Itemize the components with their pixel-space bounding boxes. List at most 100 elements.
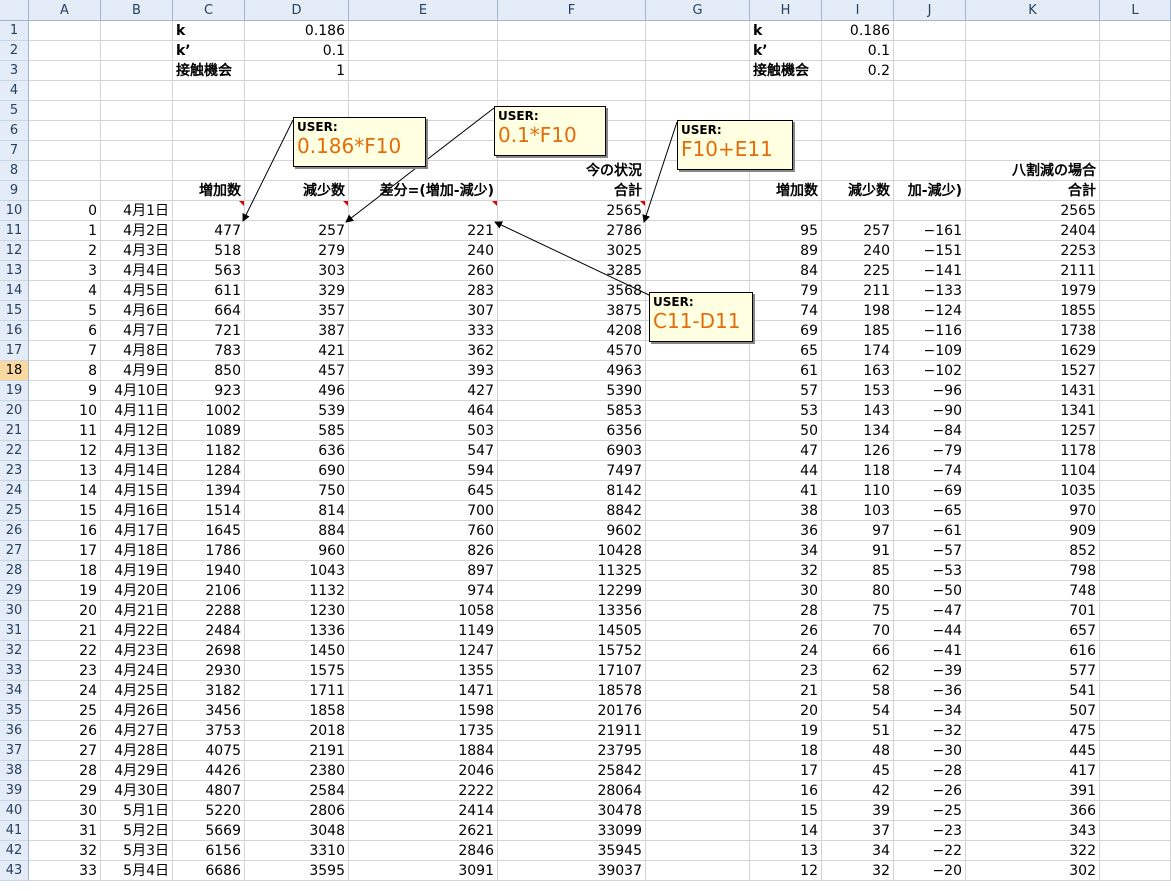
cell-j21[interactable]: −84: [894, 421, 966, 441]
cell-a11[interactable]: 1: [29, 221, 101, 241]
cell-d30[interactable]: 1230: [245, 601, 349, 621]
cell-e38[interactable]: 2046: [349, 761, 498, 781]
cell-i32[interactable]: 66: [822, 641, 894, 661]
cell-f14[interactable]: 3568: [498, 281, 646, 301]
cell-h3[interactable]: 接触機会: [750, 61, 822, 81]
cell-f20[interactable]: 5853: [498, 401, 646, 421]
cell-f18[interactable]: 4963: [498, 361, 646, 381]
column-header-l[interactable]: L: [1100, 0, 1171, 21]
cell-j41[interactable]: −23: [894, 821, 966, 841]
cell-b28[interactable]: 4月19日: [101, 561, 173, 581]
cell-b17[interactable]: 4月8日: [101, 341, 173, 361]
cell-b39[interactable]: 4月30日: [101, 781, 173, 801]
cell-b20[interactable]: 4月11日: [101, 401, 173, 421]
cell-a25[interactable]: 15: [29, 501, 101, 521]
cell-a42[interactable]: 32: [29, 841, 101, 861]
cell-b26[interactable]: 4月17日: [101, 521, 173, 541]
cell-c12[interactable]: 518: [173, 241, 245, 261]
row-header-37[interactable]: 37: [0, 741, 29, 761]
cell-c37[interactable]: 4075: [173, 741, 245, 761]
cell-c41[interactable]: 5669: [173, 821, 245, 841]
cell-b32[interactable]: 4月23日: [101, 641, 173, 661]
cell-e32[interactable]: 1247: [349, 641, 498, 661]
cell-f21[interactable]: 6356: [498, 421, 646, 441]
cell-a31[interactable]: 21: [29, 621, 101, 641]
cell-j27[interactable]: −57: [894, 541, 966, 561]
cell-h32[interactable]: 24: [750, 641, 822, 661]
cell-i26[interactable]: 97: [822, 521, 894, 541]
cell-d29[interactable]: 1132: [245, 581, 349, 601]
cell-k23[interactable]: 1104: [966, 461, 1100, 481]
cell-c20[interactable]: 1002: [173, 401, 245, 421]
cell-e12[interactable]: 240: [349, 241, 498, 261]
cell-a34[interactable]: 24: [29, 681, 101, 701]
cell-c16[interactable]: 721: [173, 321, 245, 341]
cell-a23[interactable]: 13: [29, 461, 101, 481]
row-header-40[interactable]: 40: [0, 801, 29, 821]
row-header-8[interactable]: 8: [0, 161, 29, 181]
cell-i30[interactable]: 75: [822, 601, 894, 621]
select-all-corner[interactable]: [0, 0, 29, 21]
cell-h11[interactable]: 95: [750, 221, 822, 241]
cell-d24[interactable]: 750: [245, 481, 349, 501]
cell-d18[interactable]: 457: [245, 361, 349, 381]
column-header-e[interactable]: E: [349, 0, 498, 21]
cell-f9[interactable]: 合計: [498, 181, 646, 201]
cell-c2[interactable]: k’: [173, 41, 245, 61]
row-header-31[interactable]: 31: [0, 621, 29, 641]
cell-j11[interactable]: −161: [894, 221, 966, 241]
cell-i43[interactable]: 32: [822, 861, 894, 881]
cell-a15[interactable]: 5: [29, 301, 101, 321]
cell-i3[interactable]: 0.2: [822, 61, 894, 81]
row-header-11[interactable]: 11: [0, 221, 29, 241]
cell-h43[interactable]: 12: [750, 861, 822, 881]
cell-d21[interactable]: 585: [245, 421, 349, 441]
cell-d36[interactable]: 2018: [245, 721, 349, 741]
cell-i42[interactable]: 34: [822, 841, 894, 861]
cell-d23[interactable]: 690: [245, 461, 349, 481]
cell-i9[interactable]: 減少数: [822, 181, 894, 201]
cell-i12[interactable]: 240: [822, 241, 894, 261]
cell-j12[interactable]: −151: [894, 241, 966, 261]
cell-e35[interactable]: 1598: [349, 701, 498, 721]
cell-h2[interactable]: k’: [750, 41, 822, 61]
cell-k14[interactable]: 1979: [966, 281, 1100, 301]
cell-h24[interactable]: 41: [750, 481, 822, 501]
cell-h21[interactable]: 50: [750, 421, 822, 441]
cell-k24[interactable]: 1035: [966, 481, 1100, 501]
row-header-12[interactable]: 12: [0, 241, 29, 261]
cell-f24[interactable]: 8142: [498, 481, 646, 501]
cell-j40[interactable]: −25: [894, 801, 966, 821]
cell-b36[interactable]: 4月27日: [101, 721, 173, 741]
cell-k35[interactable]: 507: [966, 701, 1100, 721]
cell-a38[interactable]: 28: [29, 761, 101, 781]
cell-a12[interactable]: 2: [29, 241, 101, 261]
cell-j9[interactable]: 加-減少): [894, 181, 966, 201]
cell-j29[interactable]: −50: [894, 581, 966, 601]
cell-i41[interactable]: 37: [822, 821, 894, 841]
cell-k25[interactable]: 970: [966, 501, 1100, 521]
cell-i2[interactable]: 0.1: [822, 41, 894, 61]
cell-c43[interactable]: 6686: [173, 861, 245, 881]
cell-c17[interactable]: 783: [173, 341, 245, 361]
cell-e37[interactable]: 1884: [349, 741, 498, 761]
cell-b38[interactable]: 4月29日: [101, 761, 173, 781]
cell-c18[interactable]: 850: [173, 361, 245, 381]
cell-b18[interactable]: 4月9日: [101, 361, 173, 381]
cell-k26[interactable]: 909: [966, 521, 1100, 541]
cell-j23[interactable]: −74: [894, 461, 966, 481]
cell-h42[interactable]: 13: [750, 841, 822, 861]
cell-f12[interactable]: 3025: [498, 241, 646, 261]
cell-i11[interactable]: 257: [822, 221, 894, 241]
cell-d11[interactable]: 257: [245, 221, 349, 241]
cell-j36[interactable]: −32: [894, 721, 966, 741]
cell-b42[interactable]: 5月3日: [101, 841, 173, 861]
cell-c22[interactable]: 1182: [173, 441, 245, 461]
cell-b31[interactable]: 4月22日: [101, 621, 173, 641]
cell-c35[interactable]: 3456: [173, 701, 245, 721]
cell-e15[interactable]: 307: [349, 301, 498, 321]
cell-e34[interactable]: 1471: [349, 681, 498, 701]
row-header-28[interactable]: 28: [0, 561, 29, 581]
cell-k40[interactable]: 366: [966, 801, 1100, 821]
cell-e19[interactable]: 427: [349, 381, 498, 401]
